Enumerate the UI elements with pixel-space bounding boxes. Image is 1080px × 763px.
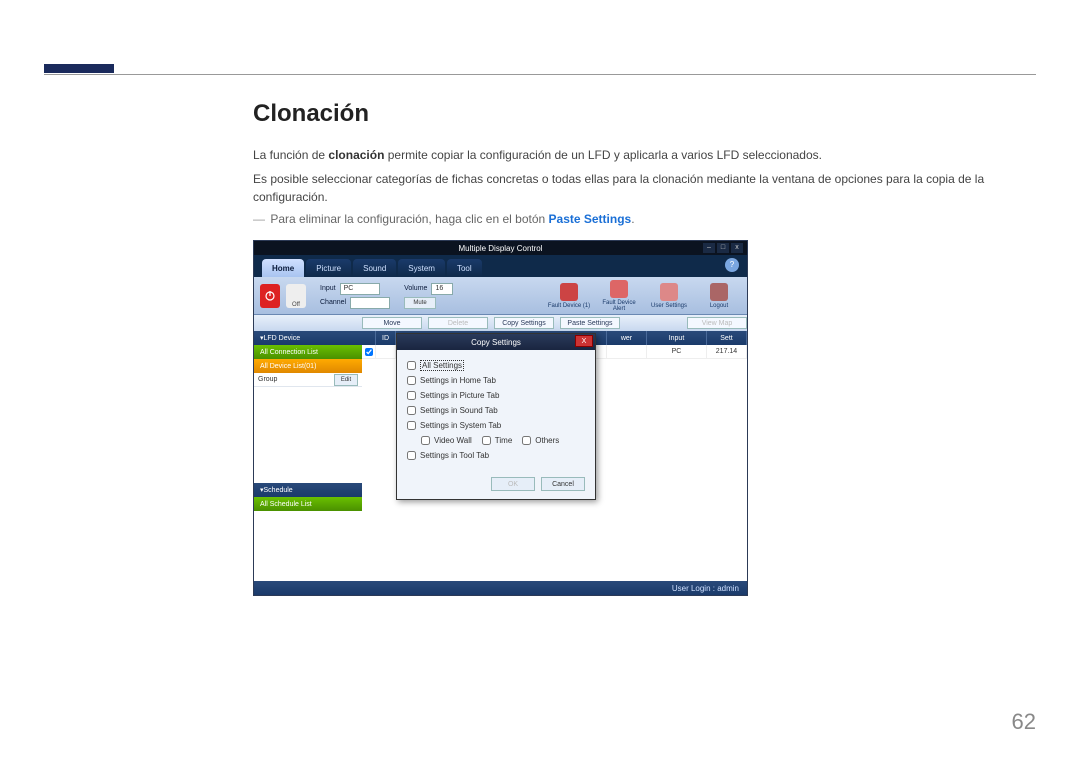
tab-home[interactable]: Home xyxy=(262,259,304,277)
move-button[interactable]: Move xyxy=(362,317,422,329)
chk-time[interactable]: Time xyxy=(482,433,512,448)
input-select[interactable]: PC xyxy=(340,283,380,295)
dialog-ok-button[interactable]: OK xyxy=(491,477,535,491)
row-input: PC xyxy=(647,345,707,358)
chk-system-tab[interactable]: Settings in System Tab xyxy=(407,418,585,433)
p1-bold: clonación xyxy=(328,148,384,162)
chk-others[interactable]: Others xyxy=(522,433,559,448)
dialog-body: All Settings Settings in Home Tab Settin… xyxy=(397,350,595,471)
sidebar: ▾ LFD Device All Connection List All Dev… xyxy=(254,331,362,581)
power-off-button[interactable]: Off xyxy=(286,284,306,308)
app-screenshot: Multiple Display Control – □ x Home Pict… xyxy=(253,240,748,596)
channel-select[interactable] xyxy=(350,297,390,309)
sidebar-all-connection[interactable]: All Connection List xyxy=(254,345,362,359)
paste-settings-button[interactable]: Paste Settings xyxy=(560,317,620,329)
sidebar-lfd-header[interactable]: ▾ LFD Device xyxy=(254,331,362,345)
chk-sound-tab[interactable]: Settings in Sound Tab xyxy=(407,403,585,418)
max-button[interactable]: □ xyxy=(717,243,729,253)
paragraph-1: La función de clonación permite copiar l… xyxy=(253,146,1036,164)
note: ― Para eliminar la configuración, haga c… xyxy=(253,212,1036,226)
sidebar-schedule-header[interactable]: ▾ Schedule xyxy=(254,483,362,497)
dialog-titlebar: Copy Settings X xyxy=(397,334,595,350)
note-dash: ― xyxy=(253,212,265,226)
power-on-button[interactable] xyxy=(260,284,280,308)
view-map-button[interactable]: View Map xyxy=(687,317,747,329)
tab-tool[interactable]: Tool xyxy=(447,259,482,277)
sidebar-group-row: Group Edit xyxy=(254,373,362,387)
logout-icon[interactable]: Logout xyxy=(697,283,741,309)
min-button[interactable]: – xyxy=(703,243,715,253)
page-heading: Clonación xyxy=(253,100,1036,128)
delete-button[interactable]: Delete xyxy=(428,317,488,329)
volume-value[interactable]: 16 xyxy=(431,283,453,295)
p1-pre: La función de xyxy=(253,148,328,162)
dialog-cancel-button[interactable]: Cancel xyxy=(541,477,585,491)
fault-device-alert-icon[interactable]: Fault Device Alert xyxy=(597,280,641,312)
chk-picture-tab[interactable]: Settings in Picture Tab xyxy=(407,388,585,403)
tab-sound[interactable]: Sound xyxy=(353,259,396,277)
tab-system[interactable]: System xyxy=(398,259,445,277)
mute-button[interactable]: Mute xyxy=(404,297,436,309)
edit-button[interactable]: Edit xyxy=(334,374,358,386)
toolbar: Off Input PC Channel Volume 16 Mute xyxy=(254,277,747,315)
app-title: Multiple Display Control xyxy=(458,244,542,253)
tabs-row: Home Picture Sound System Tool ? xyxy=(254,255,747,277)
titlebar: Multiple Display Control – □ x xyxy=(254,241,747,255)
note-highlight: Paste Settings xyxy=(549,212,632,226)
close-button[interactable]: x xyxy=(731,243,743,253)
chk-tool-tab[interactable]: Settings in Tool Tab xyxy=(407,448,585,463)
channel-label: Channel xyxy=(320,299,346,306)
user-login-label: User Login : admin xyxy=(672,584,739,593)
note-post: . xyxy=(631,212,634,226)
chk-video-wall[interactable]: Video Wall xyxy=(421,433,472,448)
dialog-close-button[interactable]: X xyxy=(575,335,593,347)
user-settings-icon[interactable]: User Settings xyxy=(647,283,691,309)
help-icon[interactable]: ? xyxy=(725,258,739,272)
page-number: 62 xyxy=(1012,709,1036,735)
col-input: Input xyxy=(647,331,707,345)
p1-post: permite copiar la configuración de un LF… xyxy=(384,148,822,162)
top-divider xyxy=(44,74,1036,75)
copy-settings-dialog: Copy Settings X All Settings Settings in… xyxy=(396,333,596,500)
col-id: ID xyxy=(376,331,396,345)
sidebar-all-schedule[interactable]: All Schedule List xyxy=(254,497,362,511)
tab-picture[interactable]: Picture xyxy=(306,259,351,277)
button-row: Move Delete Copy Settings Paste Settings… xyxy=(254,315,747,331)
row-sett: 217.14 xyxy=(707,345,747,358)
dialog-title: Copy Settings xyxy=(471,338,521,347)
note-pre: Para eliminar la configuración, haga cli… xyxy=(270,212,548,226)
copy-settings-button[interactable]: Copy Settings xyxy=(494,317,554,329)
volume-group: Volume 16 Mute xyxy=(404,283,453,309)
row-checkbox[interactable] xyxy=(365,348,373,356)
volume-label: Volume xyxy=(404,285,427,292)
accent-bar xyxy=(44,64,114,73)
sub-options: Video Wall Time Others xyxy=(407,433,585,448)
input-label: Input xyxy=(320,285,336,292)
fault-device-1-icon[interactable]: Fault Device (1) xyxy=(547,283,591,309)
status-bar: User Login : admin xyxy=(254,581,747,595)
input-channel-group: Input PC Channel xyxy=(320,283,390,309)
dialog-footer: OK Cancel xyxy=(397,471,595,499)
chk-all-settings[interactable]: All Settings xyxy=(407,358,585,373)
power-icon xyxy=(264,290,276,302)
window-buttons: – □ x xyxy=(703,243,743,253)
group-label: Group xyxy=(258,376,277,383)
chk-home-tab[interactable]: Settings in Home Tab xyxy=(407,373,585,388)
col-wer: wer xyxy=(607,331,647,345)
paragraph-2: Es posible seleccionar categorías de fic… xyxy=(253,170,1036,206)
col-sett: Sett xyxy=(707,331,747,345)
sidebar-all-device[interactable]: All Device List(01) xyxy=(254,359,362,373)
